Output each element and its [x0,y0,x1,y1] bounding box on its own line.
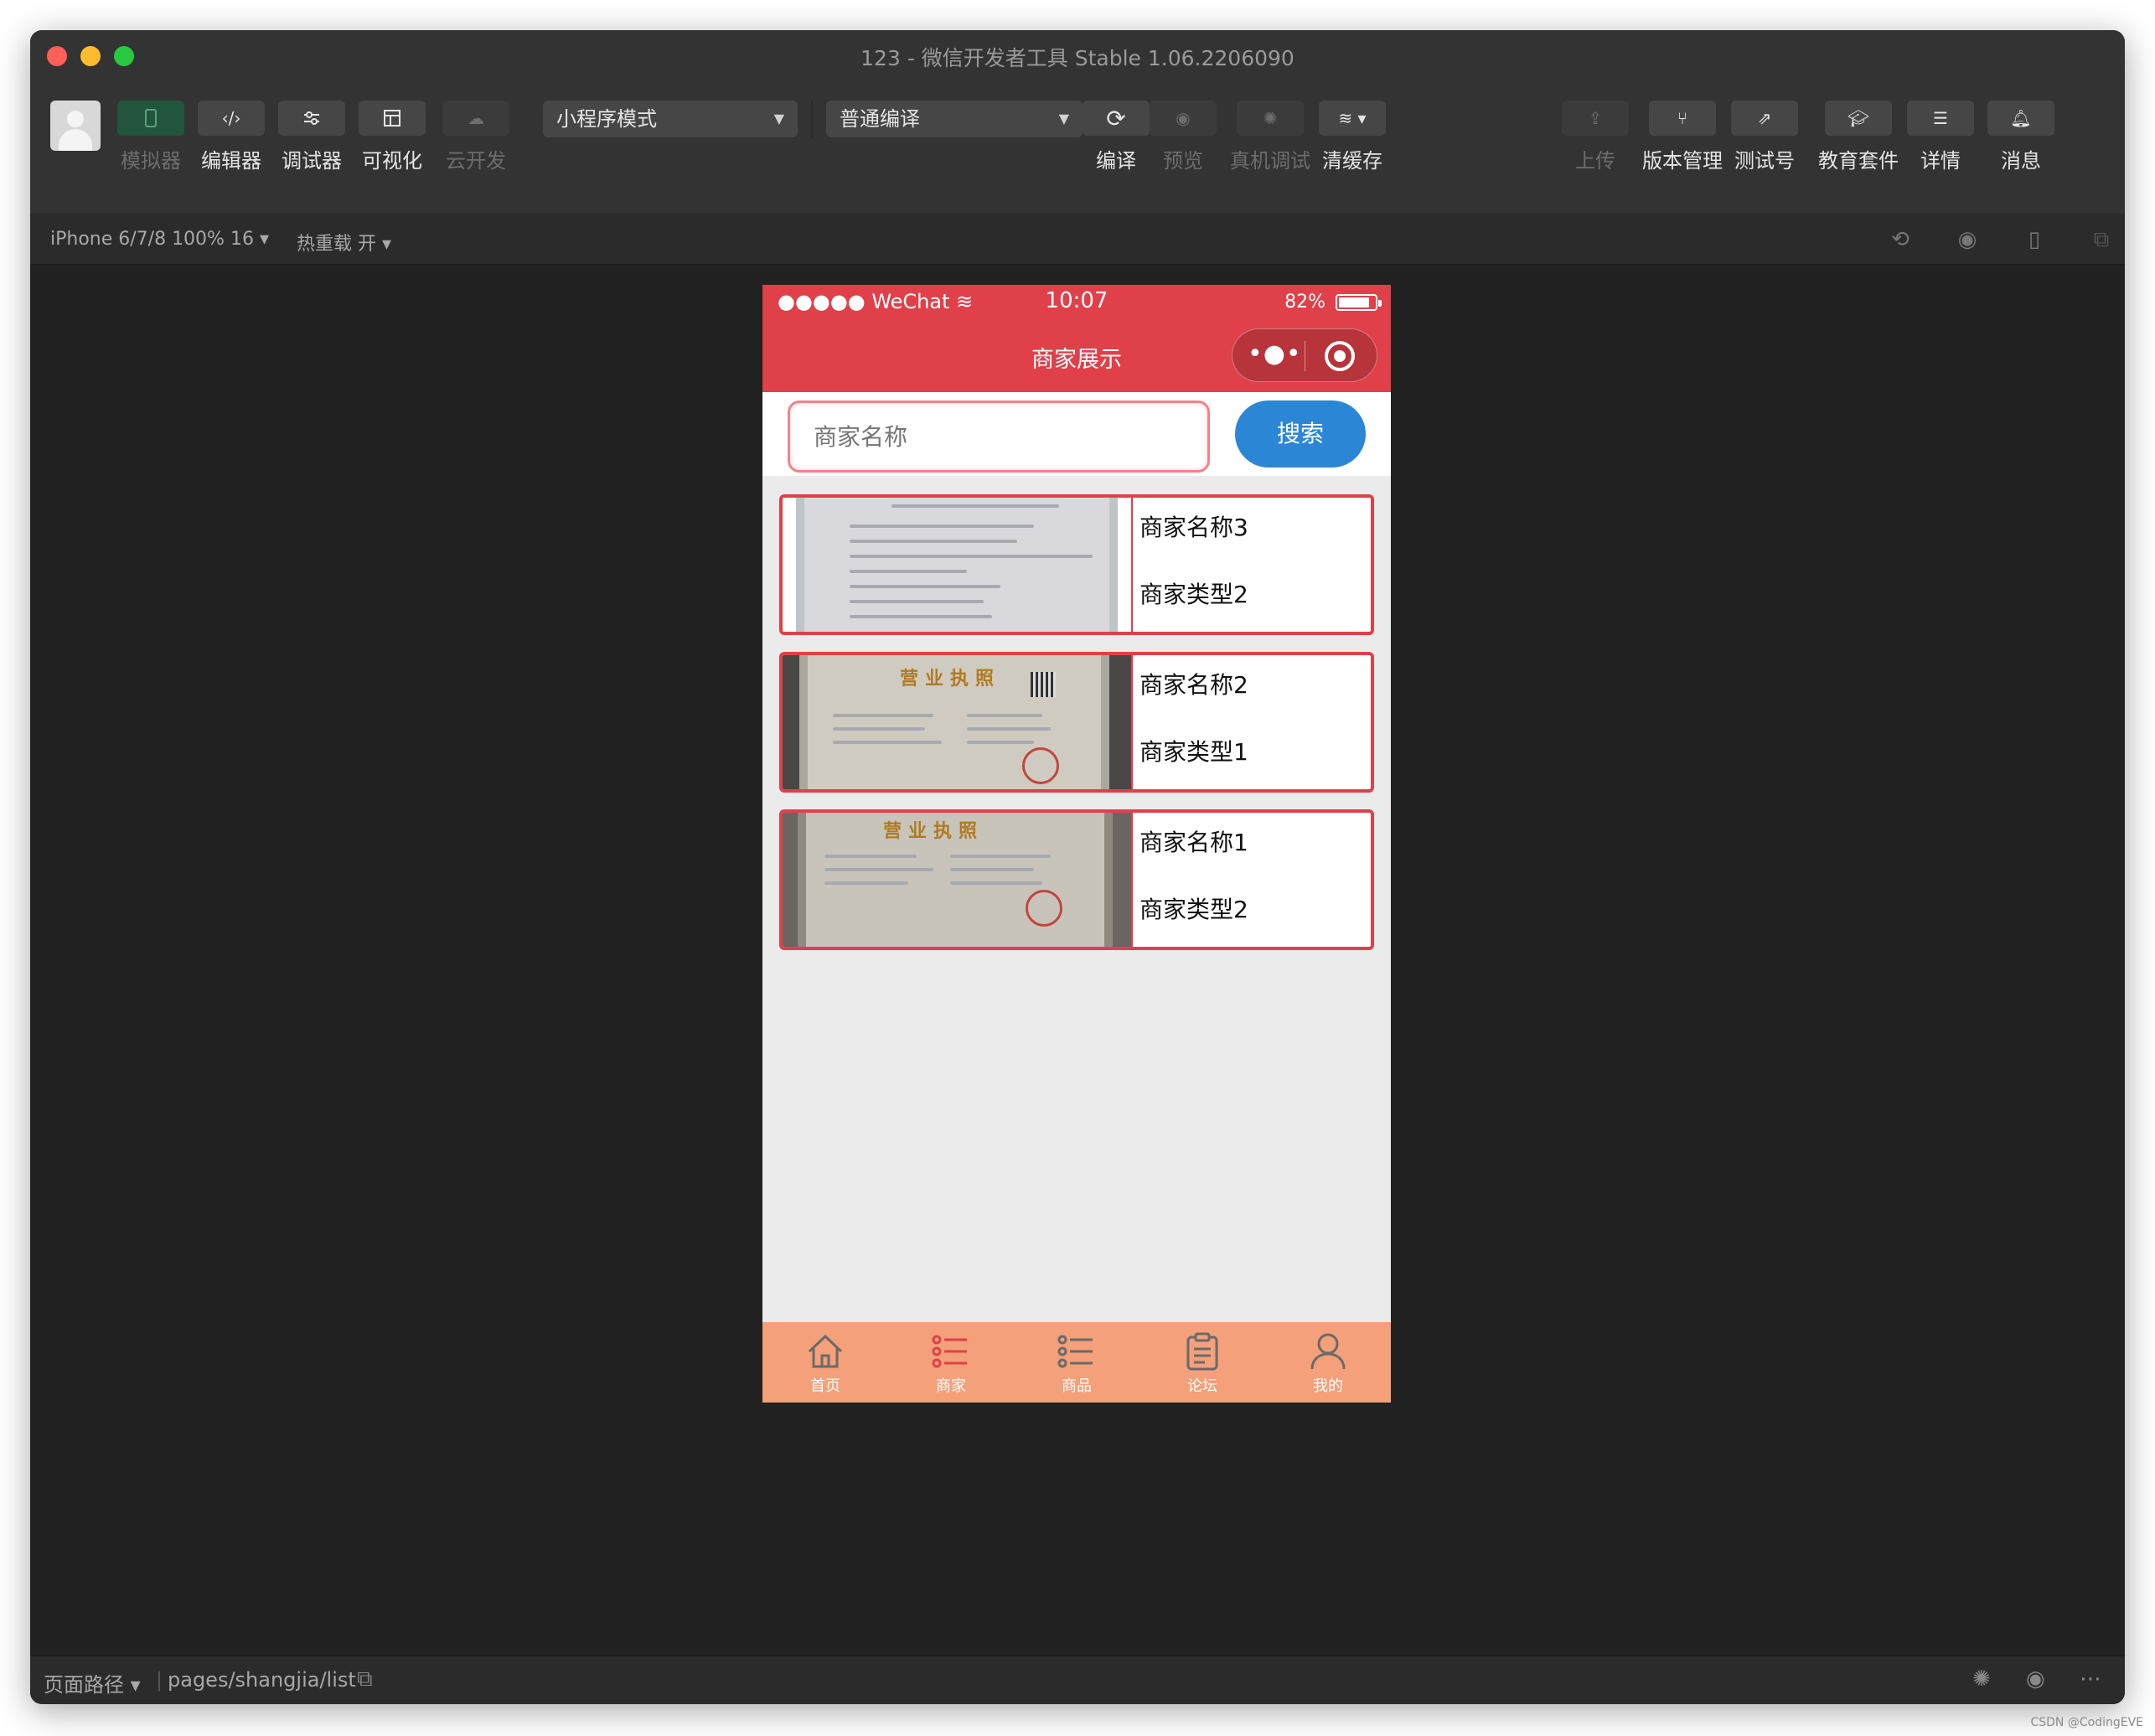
device-select[interactable]: iPhone 6/7/8 100% 16 ▾ [50,229,269,250]
upload-button[interactable]: ⇪ 上传 [1562,101,1629,173]
toolbar: 模拟器 ‹/› 编辑器 调试器 可视化 ☁ 云开发 小程序模式 ▼ 普通编译 ▼… [30,82,2125,214]
layout-icon [359,101,426,136]
cloud-dev-button[interactable]: ☁ 云开发 [442,101,509,173]
caret-down-icon: ▼ [1058,111,1069,127]
merchant-card[interactable]: 商家名称3 商家类型2 [779,494,1374,635]
rotate-icon[interactable]: ⟲ [1887,226,1914,253]
graduation-cap-icon: 🎓︎ [1825,101,1892,136]
window-title: 123 - 微信开发者工具 Stable 1.06.2206090 [860,46,1295,70]
simulator-button[interactable]: 模拟器 [117,101,184,173]
business-license-image: 营业执照 [783,655,1133,789]
merchant-name: 商家名称2 [1140,671,1248,699]
merchant-type: 商家类型1 [1140,738,1248,766]
list-icon [1014,1330,1140,1372]
compile-select[interactable]: 普通编译 ▼ [826,101,1083,137]
battery-icon [1336,294,1382,311]
merchant-name: 商家名称1 [1140,829,1248,856]
close-target-icon[interactable] [1325,341,1355,371]
merchant-name: 商家名称3 [1140,514,1248,541]
page-path-value: pages/shangjia/list [168,1668,356,1692]
code-icon: ‹/› [198,101,265,136]
merchant-type: 商家类型2 [1140,581,1248,608]
business-license-image [783,498,1133,632]
messages-button[interactable]: 🔔︎ 消息 [1987,101,2054,173]
miniprogram-capsule: •●• [1232,328,1377,382]
clipboard-icon [1140,1330,1265,1372]
preview-button[interactable]: ◉ 预览 [1150,101,1217,173]
hot-reload-select[interactable]: 热重载 开 ▾ [297,229,391,256]
title-bar: 123 - 微信开发者工具 Stable 1.06.2206090 [30,30,2125,82]
eye-icon[interactable]: ◉ [2026,1666,2045,1692]
phone-nav-bar: 商家展示 •●• [762,318,1391,392]
simulator-subbar: iPhone 6/7/8 100% 16 ▾ 热重载 开 ▾ ⟲ ◉ ▯ ⧉ [30,214,2125,265]
merchant-card[interactable]: 营业执照 商家名称2 商家类型1 [779,652,1374,793]
detach-window-icon[interactable]: ⧉ [2088,226,2115,253]
tab-forum[interactable]: 论坛 [1140,1330,1265,1396]
debugger-button[interactable]: 调试器 [278,101,345,173]
refresh-icon: ⟳ [1083,101,1150,136]
tab-bar: 首页 商家 商品 论坛 我的 [762,1322,1391,1403]
tab-me[interactable]: 我的 [1265,1330,1391,1396]
caret-down-icon: ▼ [773,111,784,127]
visual-button[interactable]: 可视化 [359,101,426,173]
page-path-select[interactable]: 页面路径 ▾ [44,1668,141,1697]
layers-icon: ≋ ▾ [1319,101,1386,136]
merchant-search-input[interactable] [788,400,1210,473]
phone-icon [117,101,184,136]
education-kit-button[interactable]: 🎓︎ 教育套件 [1818,101,1899,173]
tab-merchants[interactable]: 商家 [888,1330,1014,1396]
search-button[interactable]: 搜索 [1235,400,1366,468]
bug-icon: ✺ [1237,101,1304,136]
upload-icon: ⇪ [1562,101,1629,136]
clear-cache-button[interactable]: ≋ ▾ 清缓存 [1319,101,1386,173]
bell-icon: 🔔︎ [1987,101,2054,136]
remote-debug-button[interactable]: ✺ 真机调试 [1230,101,1310,173]
bottom-status-bar: 页面路径 ▾ | pages/shangjia/list ⧉ ✺ ◉ ⋯ [30,1656,2125,1704]
phone-status-bar: ●●●●● WeChat ≋ 10:07 82% [762,285,1391,318]
compile-button[interactable]: ⟳ 编译 [1083,101,1150,173]
debug-sliders-icon [278,101,345,136]
version-control-button[interactable]: ⑂ 版本管理 [1642,101,1723,173]
user-icon [1265,1330,1391,1372]
mode-select[interactable]: 小程序模式 ▼ [543,101,798,137]
avatar[interactable] [50,101,101,151]
bug-icon[interactable]: ✺ [1972,1666,1991,1692]
merchant-card[interactable]: 营业执照 商家名称1 商家类型2 [779,809,1374,950]
branch-icon: ⑂ [1649,101,1716,136]
business-license-image: 营业执照 [783,813,1133,947]
menu-icon: ☰ [1907,101,1974,136]
details-button[interactable]: ☰ 详情 [1907,101,1974,173]
battery-percent: 82% [1284,292,1326,313]
list-icon [888,1330,1014,1372]
editor-button[interactable]: ‹/› 编辑器 [198,101,265,173]
watermark: CSDN @CodingEVE [2030,1716,2143,1729]
merchant-type: 商家类型2 [1140,896,1248,923]
copy-icon[interactable]: ⧉ [357,1666,373,1692]
stop-record-icon[interactable]: ◉ [1954,226,1981,253]
more-icon[interactable]: ⋯ [2080,1666,2101,1692]
search-section: 搜索 [762,392,1391,476]
phone-frame-icon[interactable]: ▯ [2021,226,2048,253]
phone-screen: ●●●●● WeChat ≋ 10:07 82% 商家展示 •●• 搜索 [762,285,1391,1403]
cloud-icon: ☁ [442,101,509,136]
home-icon [762,1330,888,1372]
eye-icon: ◉ [1150,101,1217,136]
tab-products[interactable]: 商品 [1014,1330,1140,1396]
tab-home[interactable]: 首页 [762,1330,888,1396]
external-link-icon: ⇗ [1731,101,1798,136]
more-dots-icon[interactable]: •●• [1248,339,1302,369]
test-account-button[interactable]: ⇗ 测试号 [1731,101,1798,173]
devtools-window: 123 - 微信开发者工具 Stable 1.06.2206090 模拟器 ‹/… [30,30,2125,1704]
